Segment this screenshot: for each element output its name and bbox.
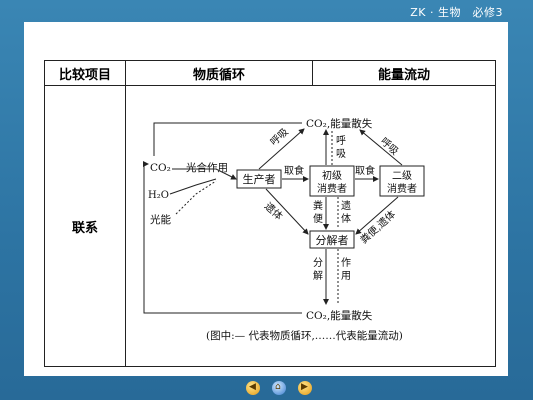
header-title: ZK · 生物 必修3 bbox=[410, 6, 503, 19]
h2o-label: H₂O bbox=[148, 190, 169, 201]
diagram-caption: (图中:— 代表物质循环,……代表能量流动) bbox=[206, 329, 403, 342]
primary-consumer-label-2: 消费者 bbox=[317, 182, 347, 195]
resp-primary-label-2: 吸 bbox=[336, 149, 346, 160]
primary-consumer-label-1: 初级 bbox=[322, 169, 342, 182]
table-header-row: 比较项目 物质循环 能量流动 bbox=[44, 60, 496, 86]
decomposer-label: 分解者 bbox=[316, 233, 349, 247]
co2-in-arrow bbox=[143, 161, 149, 169]
diagram-cell: 生产者 初级 消费者 二级 消费者 分解者 CO₂,能量散失 CO₂,能量散失 … bbox=[125, 85, 496, 367]
action-label-2: 用 bbox=[341, 271, 351, 282]
content-panel: 比较项目 物质循环 能量流动 联系 生产者 初级 消费者 二级 消费者 分解者 … bbox=[24, 22, 508, 376]
slide-background: ZK · 生物 必修3 比较项目 物质循环 能量流动 联系 生产者 初级 消费者… bbox=[0, 0, 533, 400]
home-button[interactable]: ⌂ bbox=[272, 381, 286, 395]
table-row-connection: 联系 生产者 初级 消费者 二级 消费者 分解者 CO₂,能量散失 CO₂,能量… bbox=[44, 85, 496, 367]
decompose-label-1: 分 bbox=[313, 257, 323, 269]
eat-label-1: 取食 bbox=[284, 164, 304, 177]
header-energy-flow: 能量流动 bbox=[312, 60, 496, 86]
resp-primary-label-1: 呼 bbox=[336, 135, 346, 147]
home-icon: ⌂ bbox=[275, 382, 281, 392]
light-input-line bbox=[175, 180, 217, 215]
decompose-label-2: 解 bbox=[313, 269, 323, 282]
cycle-flow-diagram: 生产者 初级 消费者 二级 消费者 分解者 CO₂,能量散失 CO₂,能量散失 … bbox=[143, 117, 425, 342]
action-label-1: 作 bbox=[341, 257, 351, 269]
remains-producer-label: 遗体 bbox=[262, 200, 286, 223]
secondary-consumer-label-2: 消费者 bbox=[387, 182, 417, 195]
remains-primary-label-2: 体 bbox=[341, 213, 351, 225]
producer-label: 生产者 bbox=[243, 172, 276, 186]
header-compare-item: 比较项目 bbox=[44, 60, 126, 86]
light-label: 光能 bbox=[150, 213, 171, 226]
prev-button[interactable]: ◀ bbox=[246, 381, 260, 395]
next-button[interactable]: ▶ bbox=[298, 381, 312, 395]
resp-producer-label: 呼吸 bbox=[268, 126, 291, 148]
comparison-table: 比较项目 物质循环 能量流动 联系 生产者 初级 消费者 二级 消费者 分解者 … bbox=[44, 60, 496, 367]
feces-label-2: 便 bbox=[313, 212, 323, 225]
co2-bottom-label: CO₂,能量散失 bbox=[306, 309, 373, 322]
arrow-right-icon: ▶ bbox=[301, 382, 308, 392]
h2o-input-line bbox=[169, 178, 217, 195]
feces-label-1: 粪 bbox=[313, 199, 323, 212]
row-label-connection: 联系 bbox=[44, 85, 126, 367]
co2-left-label: CO₂ bbox=[150, 162, 171, 174]
eat-label-2: 取食 bbox=[355, 164, 375, 177]
header-material-cycle: 物质循环 bbox=[125, 60, 313, 86]
resp-secondary-label: 呼吸 bbox=[378, 135, 401, 157]
remains-primary-label-1: 遗 bbox=[341, 199, 351, 212]
co2-top-label: CO₂,能量散失 bbox=[306, 117, 373, 130]
secondary-consumer-label-1: 二级 bbox=[392, 170, 412, 182]
arrow-left-icon: ◀ bbox=[249, 382, 256, 392]
